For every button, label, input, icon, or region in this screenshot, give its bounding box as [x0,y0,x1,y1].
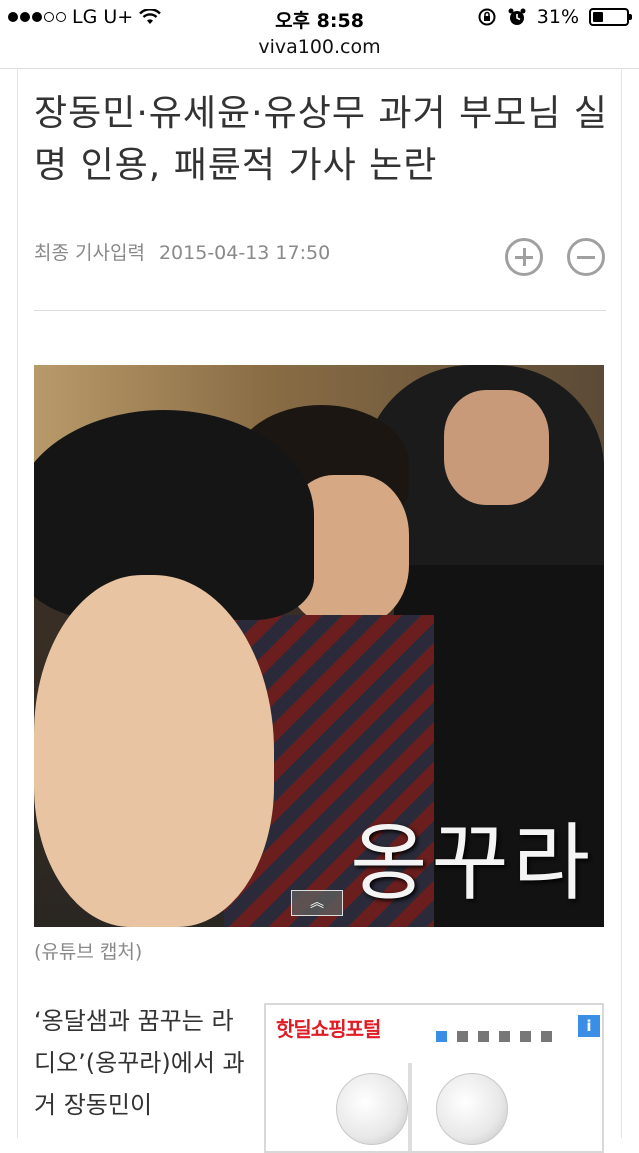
header-divider [34,310,606,311]
alarm-icon [508,8,526,25]
ad-pager[interactable] [436,1031,552,1042]
earbud-left [336,1073,408,1145]
photo-person-right-face [444,390,549,505]
article-title: 장동민·유세윤·유상무 과거 부모님 실명 인용, 패륜적 가사 논란 [34,93,609,186]
status-bar: LG U+ 오후 8:58 31% [0,0,639,36]
ad-pager-dot[interactable] [457,1031,468,1042]
status-bar-right: 31% [477,6,632,28]
ad-banner[interactable]: 핫딜쇼핑포털 i [264,1003,604,1153]
earphones-image [326,1063,526,1151]
zoom-in-icon[interactable] [505,238,543,276]
date-label: 최종 기사입력 [34,242,145,264]
ad-pager-dot[interactable] [478,1031,489,1042]
url-bar[interactable]: viva100.com [0,36,639,58]
photo-person-left-face [34,575,274,927]
article-meta: 최종 기사입력 2015-04-13 17:50 [34,238,330,265]
article-frame-right [621,68,622,1138]
ad-pager-dot[interactable] [520,1031,531,1042]
article-body: ‘옹달샘과 꿈꾸는 라디오’(옹꾸라)에서 과거 장동민이 [34,1007,245,1119]
photo-overlay-text: 옹꾸라 [350,814,594,912]
earbud-right [436,1073,508,1145]
ad-pager-dot[interactable] [541,1031,552,1042]
ad-pager-dot[interactable] [499,1031,510,1042]
ad-pager-dot[interactable] [436,1031,447,1042]
rotation-lock-icon [478,8,496,26]
photo-caption: (유튜브 캡처) [34,941,143,963]
ad-title: 핫딜쇼핑포털 [276,1017,381,1041]
ad-info-icon[interactable]: i [578,1015,600,1037]
urlbar-divider [0,68,639,69]
zoom-out-icon[interactable] [567,238,605,276]
article-photo[interactable]: 옹꾸라 ︽ [34,365,604,927]
photo-expand-button[interactable]: ︽ [291,890,343,916]
battery-percent: 31% [536,6,579,28]
article-date: 2015-04-13 17:50 [158,242,331,264]
battery-icon [589,8,632,26]
article-frame-left [17,68,18,1138]
battery-fill [593,12,603,22]
earphone-cord [408,1063,412,1151]
